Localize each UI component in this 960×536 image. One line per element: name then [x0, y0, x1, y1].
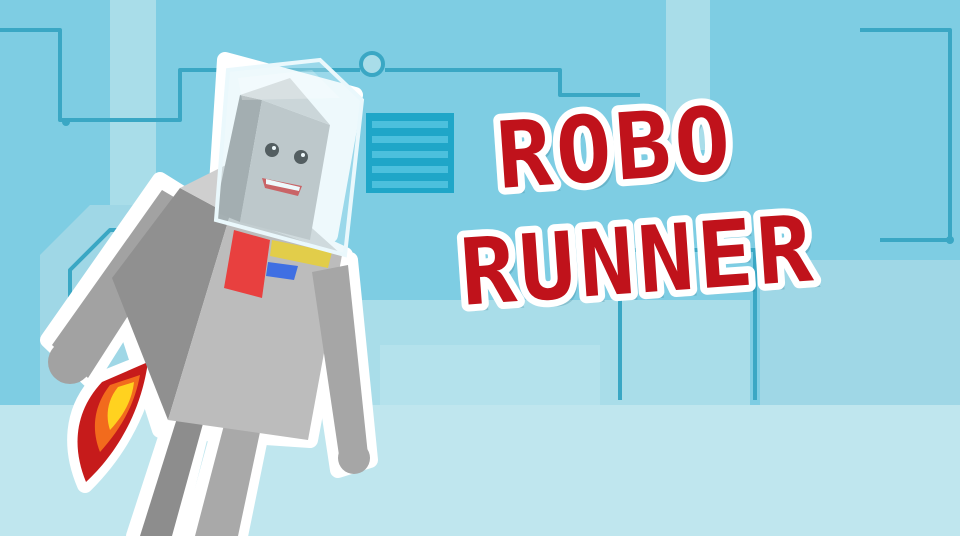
robot-hand-front [338, 442, 370, 474]
game-title-line1: ROBO [493, 87, 737, 210]
back-wall-block-inner [380, 345, 600, 410]
title-scene: ROBO ROBO RUNNER RUNNER [0, 0, 960, 536]
vent-panel-icon [366, 113, 454, 193]
circuit-node-icon [946, 236, 954, 244]
circuit-node-icon [359, 51, 385, 77]
circuit-node-icon [62, 118, 70, 126]
title-screen: ROBO ROBO RUNNER RUNNER [0, 0, 960, 536]
robot-hand-back [48, 340, 92, 384]
